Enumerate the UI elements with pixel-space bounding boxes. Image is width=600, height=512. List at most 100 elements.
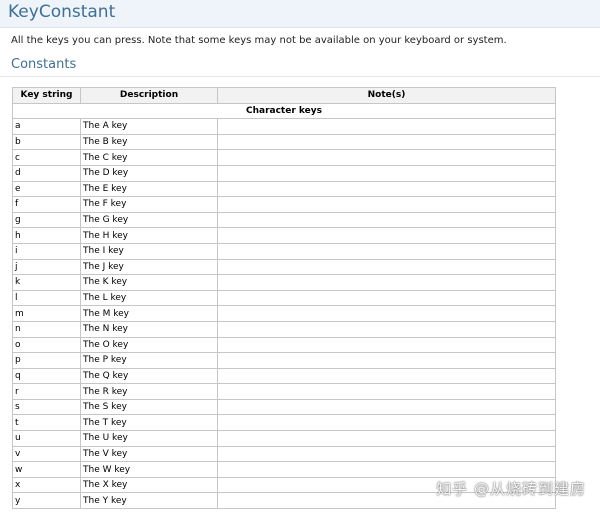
- cell-key-string: g: [12, 211, 81, 229]
- table-row: b The B key: [12, 133, 556, 151]
- table-row: n The N key: [12, 320, 556, 338]
- cell-notes: [217, 118, 556, 135]
- table-row: s The S key: [12, 398, 556, 416]
- cell-key-string: i: [12, 242, 81, 260]
- cell-notes: [217, 305, 556, 322]
- cell-key-string: u: [12, 430, 81, 447]
- table-body: Character keys a The A key b The B key c The …: [12, 102, 556, 510]
- group-label-character-keys: Character keys: [12, 102, 556, 120]
- section-heading: Constants: [11, 57, 77, 72]
- cell-description: The Q key: [80, 367, 218, 385]
- cell-key-string: d: [12, 164, 81, 182]
- cell-notes: [217, 164, 556, 182]
- cell-notes: [217, 180, 556, 198]
- cell-notes: [217, 461, 556, 478]
- table-header-row: Key string Description Note(s): [12, 87, 556, 104]
- cell-description: The V key: [80, 445, 218, 463]
- cell-description: The D key: [80, 164, 218, 182]
- cell-key-string: y: [12, 492, 81, 510]
- cell-description: The H key: [80, 227, 218, 244]
- header-key-string: Key string: [12, 87, 81, 104]
- cell-notes: [217, 352, 556, 369]
- cell-notes: [217, 430, 556, 447]
- page-title: KeyConstant: [8, 2, 116, 22]
- table-row: r The R key: [12, 383, 556, 400]
- cell-key-string: x: [12, 476, 81, 494]
- title-bar: KeyConstant: [0, 0, 600, 28]
- cell-notes: [217, 445, 556, 463]
- cell-description: The F key: [80, 196, 218, 213]
- table-row: u The U key: [12, 430, 556, 447]
- intro-text: All the keys you can press. Note that so…: [11, 35, 507, 46]
- table-row: m The M key: [12, 305, 556, 322]
- cell-description: The G key: [80, 211, 218, 229]
- table-row: i The I key: [12, 242, 556, 260]
- watermark: 知乎 @从烧砖到建房: [436, 480, 586, 498]
- cell-description: The A key: [80, 118, 218, 135]
- cell-notes: [217, 274, 556, 291]
- header-description: Description: [80, 87, 218, 104]
- cell-notes: [217, 367, 556, 385]
- cell-notes: [217, 414, 556, 432]
- cell-description: The I key: [80, 242, 218, 260]
- cell-description: The P key: [80, 352, 218, 369]
- cell-key-string: e: [12, 180, 81, 198]
- cell-notes: [217, 398, 556, 416]
- cell-description: The B key: [80, 133, 218, 151]
- cell-notes: [217, 211, 556, 229]
- table-row: e The E key: [12, 180, 556, 198]
- cell-key-string: r: [12, 383, 81, 400]
- key-constant-table: Key string Description Note(s) Character…: [12, 87, 556, 510]
- cell-description: The U key: [80, 430, 218, 447]
- group-row: Character keys: [12, 102, 556, 120]
- cell-description: The T key: [80, 414, 218, 432]
- cell-notes: [217, 133, 556, 151]
- table-row: a The A key: [12, 118, 556, 135]
- cell-notes: [217, 227, 556, 244]
- table-row: k The K key: [12, 274, 556, 291]
- table-row: w The W key: [12, 461, 556, 478]
- cell-notes: [217, 242, 556, 260]
- cell-key-string: a: [12, 118, 81, 135]
- cell-key-string: m: [12, 305, 81, 322]
- cell-key-string: l: [12, 289, 81, 307]
- cell-key-string: v: [12, 445, 81, 463]
- table-row: h The H key: [12, 227, 556, 244]
- table-row: f The F key: [12, 196, 556, 213]
- table-row: g The G key: [12, 211, 556, 229]
- table-row: t The T key: [12, 414, 556, 432]
- cell-notes: [217, 289, 556, 307]
- cell-description: The R key: [80, 383, 218, 400]
- table-row: v The V key: [12, 445, 556, 463]
- cell-key-string: p: [12, 352, 81, 369]
- cell-description: The J key: [80, 258, 218, 276]
- cell-key-string: n: [12, 320, 81, 338]
- cell-key-string: h: [12, 227, 81, 244]
- cell-description: The K key: [80, 274, 218, 291]
- cell-description: The S key: [80, 398, 218, 416]
- cell-notes: [217, 383, 556, 400]
- cell-description: The N key: [80, 320, 218, 338]
- table-row: j The J key: [12, 258, 556, 276]
- cell-description: The E key: [80, 180, 218, 198]
- cell-description: The M key: [80, 305, 218, 322]
- cell-key-string: o: [12, 336, 81, 354]
- table-row: o The O key: [12, 336, 556, 354]
- cell-notes: [217, 258, 556, 276]
- cell-notes: [217, 336, 556, 354]
- cell-description: The O key: [80, 336, 218, 354]
- cell-key-string: s: [12, 398, 81, 416]
- table-row: p The P key: [12, 352, 556, 369]
- cell-key-string: q: [12, 367, 81, 385]
- table-row: d The D key: [12, 164, 556, 182]
- cell-key-string: w: [12, 461, 81, 478]
- header-notes: Note(s): [217, 87, 556, 104]
- section-divider: [0, 76, 600, 77]
- cell-key-string: f: [12, 196, 81, 213]
- cell-description: The C key: [80, 149, 218, 166]
- table-row: c The C key: [12, 149, 556, 166]
- cell-description: The W key: [80, 461, 218, 478]
- table-row: q The Q key: [12, 367, 556, 385]
- cell-description: The Y key: [80, 492, 218, 510]
- cell-notes: [217, 196, 556, 213]
